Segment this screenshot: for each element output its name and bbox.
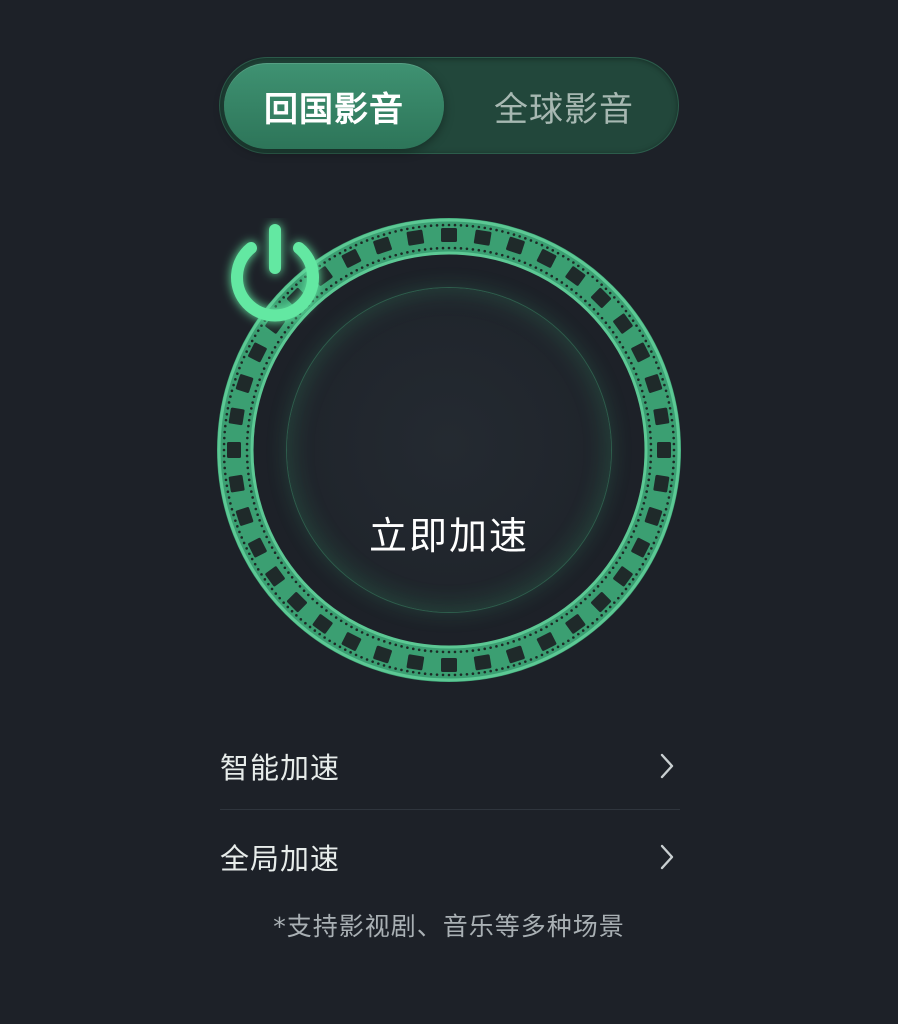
option-global-acceleration-label: 全局加速 [220,842,341,876]
dial-inner-disc [287,288,611,612]
mode-segmented-control: 回国影音 全球影音 [219,57,679,154]
option-smart-acceleration[interactable]: 智能加速 [220,736,680,796]
option-divider [220,809,680,810]
accelerate-button[interactable]: 立即加速 [217,218,681,682]
chevron-right-icon [660,753,674,779]
tab-domestic-media[interactable]: 回国影音 [224,63,444,149]
accelerate-label: 立即加速 [368,514,529,558]
tab-global-media[interactable]: 全球影音 [454,63,674,149]
tab-domestic-media-label: 回国影音 [264,89,404,130]
option-global-acceleration[interactable]: 全局加速 [220,827,680,887]
power-icon [231,224,319,322]
chevron-right-icon [660,844,674,870]
option-smart-acceleration-label: 智能加速 [220,751,341,785]
tab-global-media-label: 全球影音 [494,89,634,130]
scenario-footnote: *支持影视剧、音乐等多种场景 [273,912,625,941]
